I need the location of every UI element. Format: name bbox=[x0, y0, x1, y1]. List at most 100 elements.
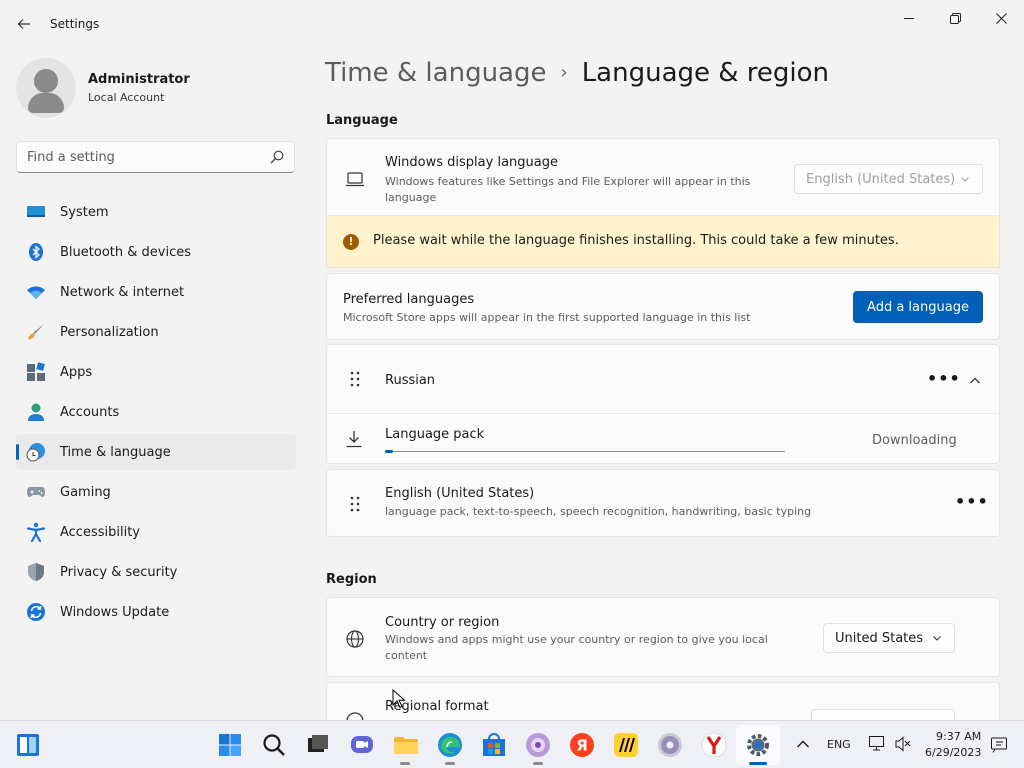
network-status-icon[interactable] bbox=[868, 735, 888, 753]
chevron-down-icon bbox=[961, 177, 969, 182]
download-progress-fill bbox=[385, 450, 393, 453]
minimize-button[interactable] bbox=[886, 4, 932, 32]
sidebar-item-time-language[interactable]: Time & language bbox=[16, 434, 296, 470]
sidebar-item-network[interactable]: Network & internet bbox=[16, 274, 296, 310]
sidebar-nav: System Bluetooth & devices Network & int… bbox=[16, 194, 296, 634]
country-region-card: Country or region Windows and apps might… bbox=[326, 597, 1000, 677]
show-hidden-icons-chevron-icon[interactable] bbox=[796, 739, 810, 749]
sidebar-item-personalization[interactable]: Personalization bbox=[16, 314, 296, 350]
input-language-indicator[interactable]: ENG bbox=[827, 738, 851, 751]
title-bar: Settings bbox=[0, 0, 1024, 48]
language-pack-label: Language pack bbox=[385, 427, 485, 442]
country-region-description: Windows and apps might use your country … bbox=[385, 633, 768, 662]
region-section-title: Region bbox=[326, 572, 377, 587]
maximize-button[interactable] bbox=[932, 4, 978, 32]
breadcrumb-separator: › bbox=[560, 62, 568, 83]
search-icon[interactable] bbox=[270, 150, 284, 164]
search-icon[interactable] bbox=[260, 731, 288, 759]
sidebar-item-accessibility[interactable]: Accessibility bbox=[16, 514, 296, 550]
yandex-icon[interactable]: Я bbox=[568, 731, 596, 759]
download-progress-bar bbox=[385, 450, 785, 453]
sidebar-item-label: Bluetooth & devices bbox=[60, 244, 191, 260]
language-item-russian: Russian ••• Language pack Downloading bbox=[326, 344, 1000, 464]
sidebar-item-bluetooth[interactable]: Bluetooth & devices bbox=[16, 234, 296, 270]
sidebar-item-accounts[interactable]: Accounts bbox=[16, 394, 296, 430]
breadcrumb: Time & language › Language & region bbox=[325, 58, 829, 88]
file-explorer-icon[interactable] bbox=[392, 731, 420, 759]
display-language-dropdown[interactable]: English (United States) bbox=[794, 164, 983, 194]
download-status: Downloading bbox=[872, 433, 957, 448]
preferred-languages-card: Preferred languages Microsoft Store apps… bbox=[326, 273, 1000, 340]
taskbar-running-indicator bbox=[533, 762, 543, 765]
add-language-button[interactable]: Add a language bbox=[853, 291, 983, 323]
sidebar-item-system[interactable]: System bbox=[16, 194, 296, 230]
display-language-selected: English (United States) bbox=[806, 171, 956, 187]
settings-icon[interactable] bbox=[744, 731, 772, 759]
sidebar-item-label: Windows Update bbox=[60, 604, 170, 620]
sidebar-item-label: System bbox=[60, 204, 109, 220]
widgets-icon[interactable] bbox=[16, 733, 40, 757]
sidebar-item-apps[interactable]: Apps bbox=[16, 354, 296, 390]
accounts-icon bbox=[28, 403, 44, 421]
task-view-icon[interactable] bbox=[304, 731, 332, 759]
sidebar-item-label: Network & internet bbox=[60, 284, 185, 300]
yandex-browser-icon[interactable] bbox=[700, 731, 728, 759]
more-options-button[interactable]: ••• bbox=[927, 369, 961, 388]
notifications-icon[interactable] bbox=[990, 736, 1008, 754]
close-button[interactable] bbox=[978, 4, 1024, 32]
display-language-card: Windows display language Windows feature… bbox=[326, 138, 1000, 216]
preferred-languages-title: Preferred languages bbox=[343, 292, 475, 307]
warning-text: Please wait while the language finishes … bbox=[373, 233, 899, 248]
more-options-button[interactable]: ••• bbox=[955, 492, 989, 511]
sidebar-item-label: Gaming bbox=[60, 484, 111, 500]
edge-icon[interactable] bbox=[436, 731, 464, 759]
shield-icon bbox=[28, 563, 44, 581]
download-icon bbox=[346, 431, 362, 448]
sidebar-item-gaming[interactable]: Gaming bbox=[16, 474, 296, 510]
start-icon[interactable] bbox=[216, 731, 244, 759]
display-language-description: Windows features like Settings and File … bbox=[385, 175, 751, 204]
chevron-up-icon[interactable] bbox=[969, 375, 981, 387]
drag-handle-icon[interactable] bbox=[347, 496, 363, 512]
media-player-icon[interactable] bbox=[524, 731, 552, 759]
taskbar-clock-time[interactable]: 9:37 AM bbox=[936, 730, 981, 743]
store-icon[interactable] bbox=[480, 731, 508, 759]
minimize-icon bbox=[904, 18, 914, 19]
drag-handle-icon[interactable] bbox=[347, 371, 363, 387]
breadcrumb-parent-link[interactable]: Time & language bbox=[325, 58, 546, 88]
language-features: language pack, text-to-speech, speech re… bbox=[385, 505, 812, 518]
user-profile[interactable]: Administrator Local Account bbox=[16, 58, 296, 118]
regional-format-card: Regional format bbox=[326, 682, 1000, 720]
back-button[interactable] bbox=[10, 10, 38, 38]
volume-muted-icon[interactable] bbox=[894, 735, 912, 753]
taskbar: Я ENG 9:37 AM 6/29/2023 bbox=[0, 720, 1024, 768]
taskbar-clock-date[interactable]: 6/29/2023 bbox=[925, 746, 981, 759]
chat-icon[interactable] bbox=[348, 731, 376, 759]
language-name: Russian bbox=[385, 373, 436, 388]
taskbar-active-indicator bbox=[749, 762, 767, 765]
install-warning-banner: ! Please wait while the language finishe… bbox=[326, 216, 1000, 268]
dvd-icon[interactable] bbox=[656, 731, 684, 759]
language-name: English (United States) bbox=[385, 486, 535, 501]
settings-search bbox=[16, 141, 295, 173]
mouse-cursor-icon bbox=[392, 689, 406, 709]
gamepad-icon bbox=[27, 487, 45, 497]
sidebar-item-privacy[interactable]: Privacy & security bbox=[16, 554, 296, 590]
back-arrow-icon bbox=[17, 19, 30, 29]
country-region-dropdown[interactable]: United States bbox=[823, 623, 955, 653]
sidebar-item-label: Accounts bbox=[60, 404, 120, 420]
sidebar-item-label: Accessibility bbox=[60, 524, 140, 540]
language-section-title: Language bbox=[326, 113, 398, 128]
search-input[interactable] bbox=[17, 142, 262, 172]
regional-format-icon bbox=[346, 712, 364, 720]
app-title: Settings bbox=[50, 17, 100, 31]
regional-format-dropdown[interactable] bbox=[811, 709, 955, 720]
chevron-down-icon bbox=[933, 636, 941, 641]
preferred-languages-description: Microsoft Store apps will appear in the … bbox=[343, 311, 751, 324]
sidebar-item-windows-update[interactable]: Windows Update bbox=[16, 594, 296, 630]
avatar bbox=[16, 58, 76, 118]
miro-icon[interactable] bbox=[612, 731, 640, 759]
profile-account-type: Local Account bbox=[88, 91, 165, 104]
language-pack-row: Language pack Downloading bbox=[327, 414, 999, 464]
country-region-selected: United States bbox=[835, 630, 924, 646]
